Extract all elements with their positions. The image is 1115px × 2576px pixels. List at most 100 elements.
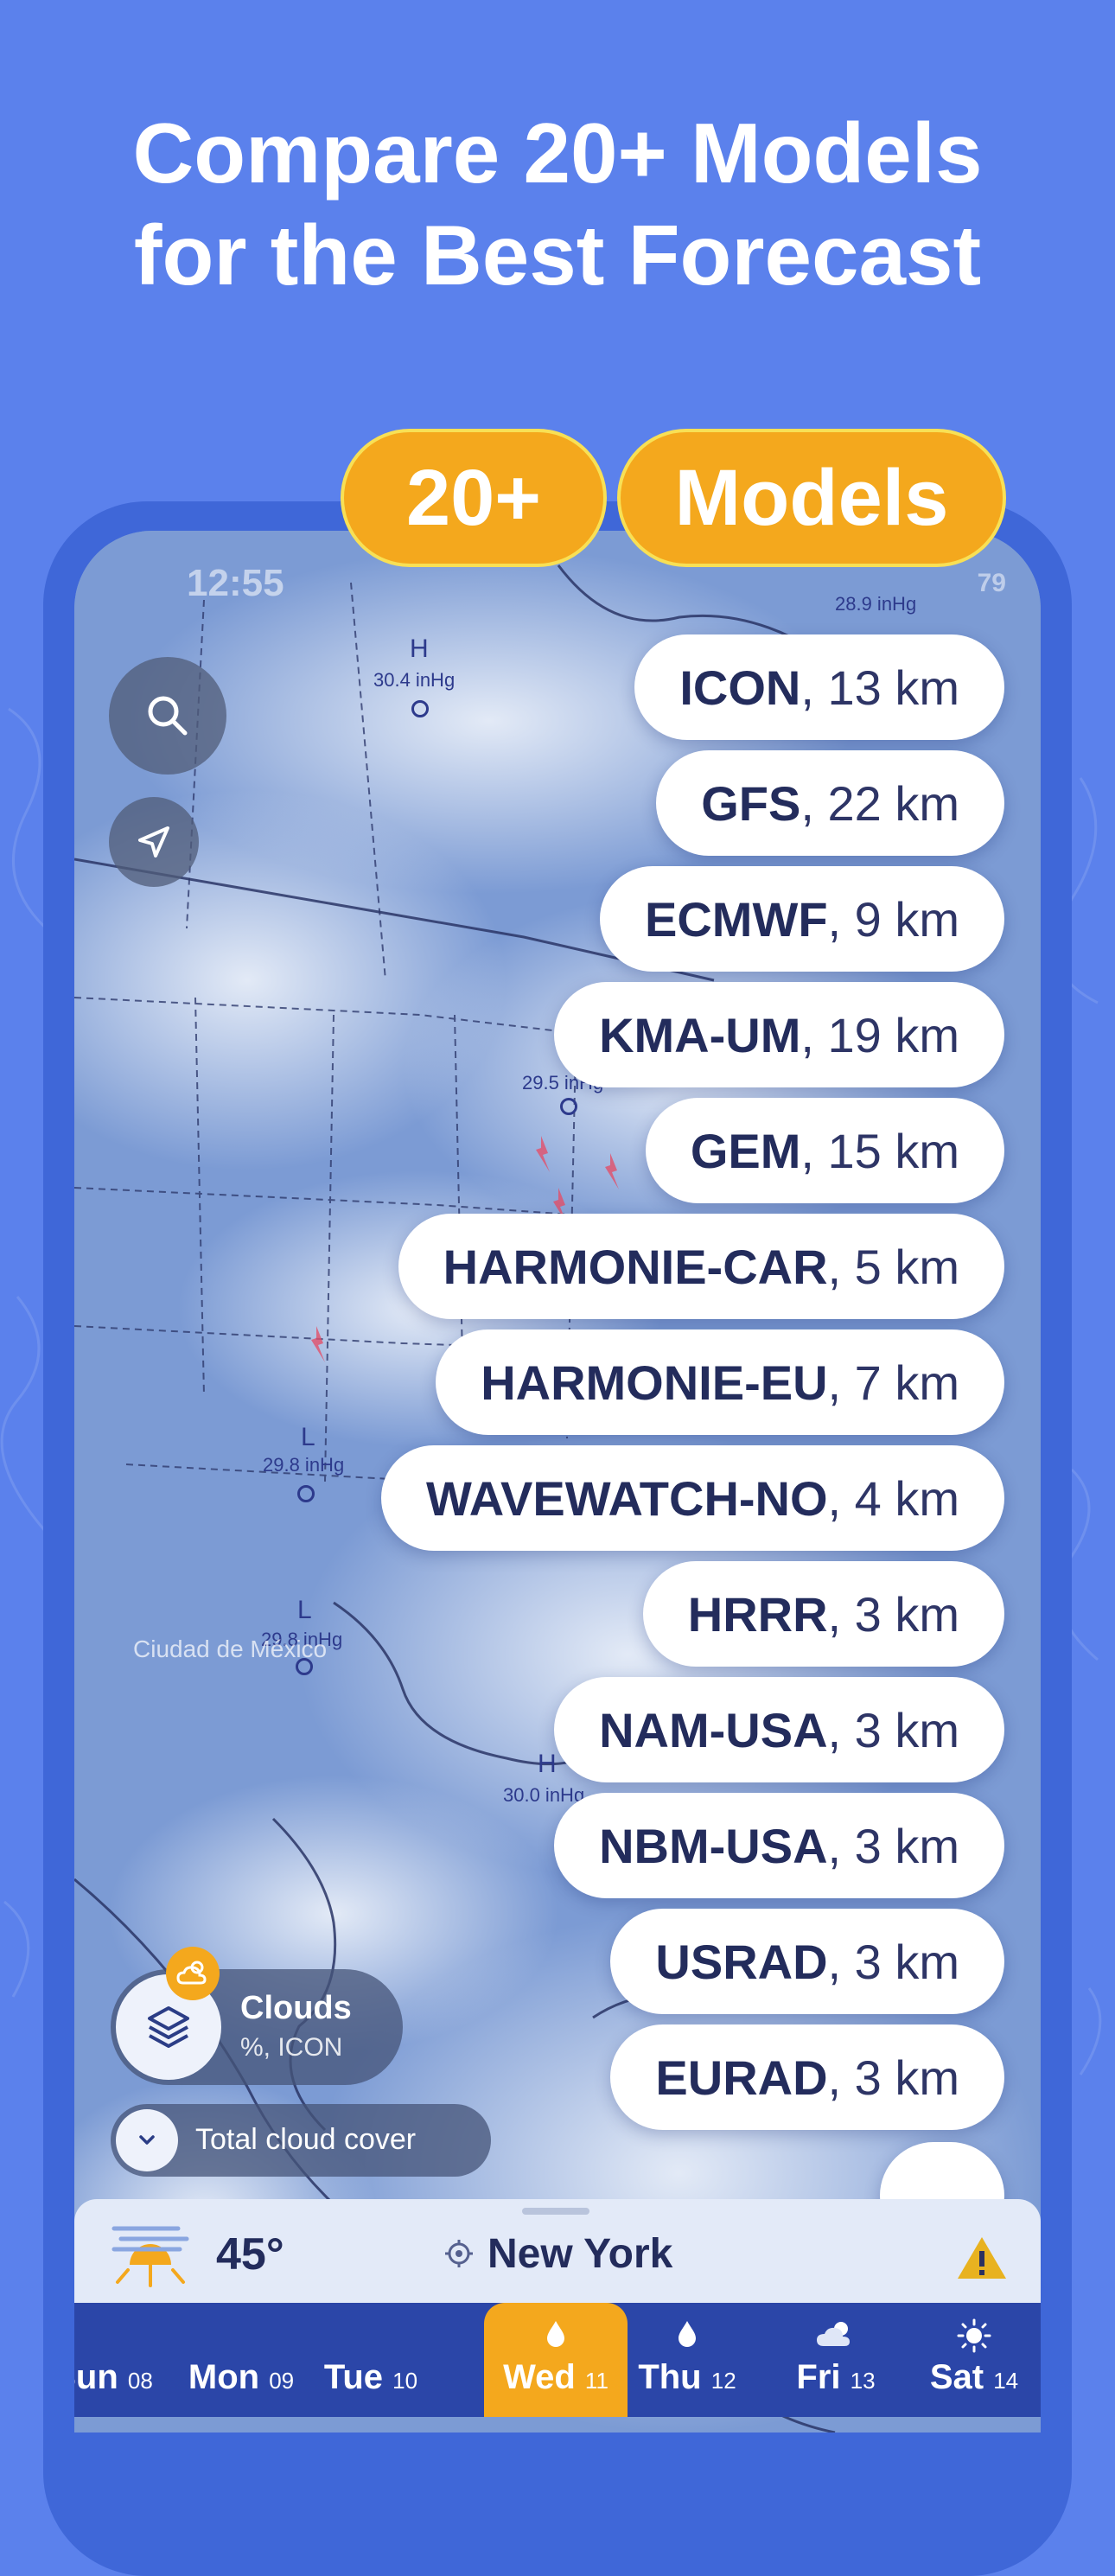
model-name: ICON [679,660,801,715]
chevron-down-icon [116,2109,178,2171]
layer-selector[interactable]: Clouds %, ICON [111,1969,403,2085]
model-name: ECMWF [645,891,828,947]
my-location-button[interactable] [109,797,199,887]
model-resolution: , 13 km [800,660,959,715]
model-option[interactable]: USRAD, 3 km [610,1909,1004,2014]
day-name: Sun [74,2358,118,2396]
model-name: NBM-USA [599,1818,828,1873]
pressure-point-icon [560,1098,577,1115]
model-resolution: , 15 km [800,1123,959,1178]
day-name: Tue [323,2358,384,2396]
models-count-badge: 20+ [341,429,607,567]
cloud-cover-dropdown[interactable]: Total cloud cover [111,2104,491,2177]
day-label: Fri 13 [780,2358,892,2397]
day-tab[interactable]: Sun 08 [74,2303,168,2417]
rain-drop-icon [622,2318,752,2352]
day-number: 09 [269,2368,295,2394]
model-option[interactable]: ICON, 13 km [634,634,1004,740]
day-label: Thu 12 [622,2358,752,2397]
day-tab[interactable]: Mon 09 [185,2303,297,2417]
day-number: 08 [127,2368,153,2394]
model-resolution: , 7 km [827,1355,959,1410]
day-name: Wed [503,2358,576,2396]
model-resolution: , 3 km [827,1702,959,1757]
pressure-point-icon [411,700,429,717]
pressure-label: 28.9 inHg [835,593,917,615]
model-name: KMA-UM [599,1007,801,1062]
day-name: Sat [929,2358,984,2396]
day-selector: Sun 08Mon 09Tue 10Wed 11Thu 12Fri 13Sat … [74,2303,1041,2417]
cloud-cover-label: Total cloud cover [195,2123,417,2156]
model-option[interactable]: ECMWF, 9 km [600,866,1004,972]
sun-icon [909,2318,1039,2357]
day-tab[interactable]: Fri 13 [780,2303,892,2417]
city-label: Ciudad de México [133,1636,328,1662]
day-number: 13 [850,2368,876,2394]
location-name[interactable]: New York [487,2230,672,2278]
model-name: WAVEWATCH-NO [425,1470,828,1526]
model-resolution: , 3 km [827,2050,959,2105]
headline-line-1: Compare 20+ Models [132,105,983,201]
day-tab[interactable]: Tue 10 [306,2303,436,2417]
model-option[interactable]: KMA-UM, 19 km [554,982,1004,1087]
day-number: 12 [710,2368,736,2394]
cloud-sun-icon [780,2318,892,2354]
weather-summary-bar[interactable]: 45° New York [74,2199,1041,2303]
search-icon [148,696,188,736]
day-label: Sat 14 [909,2358,1039,2397]
search-button[interactable] [109,657,226,775]
drag-handle[interactable] [522,2208,589,2215]
model-resolution: , 3 km [827,1934,959,1989]
model-resolution: , 9 km [827,891,959,947]
low-pressure-marker: L [301,1423,315,1451]
day-number: 14 [993,2368,1019,2394]
current-temperature: 45° [216,2229,284,2280]
status-battery: 79 [977,569,1006,597]
day-number: 11 [584,2368,608,2394]
day-number: 10 [392,2368,418,2394]
model-name: GFS [701,775,801,831]
model-resolution: , 3 km [827,1818,959,1873]
day-label: Wed 11 [484,2358,628,2397]
rain-drop-icon [484,2318,628,2352]
day-name: Fri [796,2358,841,2396]
pressure-label: 30.0 inHg [503,1784,585,1806]
model-option[interactable]: HARMONIE-CAR, 5 km [398,1214,1004,1319]
model-option[interactable]: HRRR, 3 km [642,1561,1004,1667]
model-name: GEM [690,1123,801,1178]
model-option[interactable]: EURAD, 3 km [610,2024,1004,2130]
headline: Compare 20+ Models for the Best Forecast [0,102,1115,306]
day-tab[interactable]: Wed 11 [484,2303,628,2417]
model-resolution: , 22 km [800,775,959,831]
layers-icon [148,2006,189,2048]
model-resolution: , 4 km [827,1470,959,1526]
model-resolution: , 3 km [827,1586,959,1642]
model-resolution: , 5 km [827,1239,959,1294]
day-tab[interactable]: Thu 12 [622,2303,752,2417]
model-resolution: , 19 km [800,1007,959,1062]
day-tab[interactable]: Sat 14 [909,2303,1039,2417]
models-label-badge: Models [617,429,1006,567]
model-option[interactable]: NAM-USA, 3 km [554,1677,1004,1782]
day-label: Tue 10 [306,2358,436,2397]
model-name: HARMONIE-EU [481,1355,828,1410]
model-option[interactable]: WAVEWATCH-NO, 4 km [380,1445,1004,1551]
pressure-label: 29.8 inHg [263,1454,345,1476]
model-option[interactable]: GFS, 22 km [656,750,1004,856]
model-name: USRAD [655,1934,828,1989]
warning-icon[interactable] [954,2234,1010,2282]
model-name: HARMONIE-CAR [443,1239,828,1294]
cloud-sun-icon [166,1947,220,2000]
model-option[interactable]: HARMONIE-EU, 7 km [436,1329,1004,1435]
day-name: Mon [188,2358,260,2396]
layer-subtitle: %, ICON [240,2033,343,2062]
navigation-arrow-icon [138,826,169,858]
high-pressure-marker: H [538,1750,557,1778]
model-option[interactable]: GEM, 15 km [645,1098,1004,1203]
headline-line-2: for the Best Forecast [133,207,982,303]
model-name: HRRR [687,1586,828,1642]
model-option[interactable]: NBM-USA, 3 km [554,1793,1004,1898]
day-label: Sun 08 [74,2358,168,2397]
location-pin-icon [445,2240,473,2267]
model-name: NAM-USA [599,1702,828,1757]
